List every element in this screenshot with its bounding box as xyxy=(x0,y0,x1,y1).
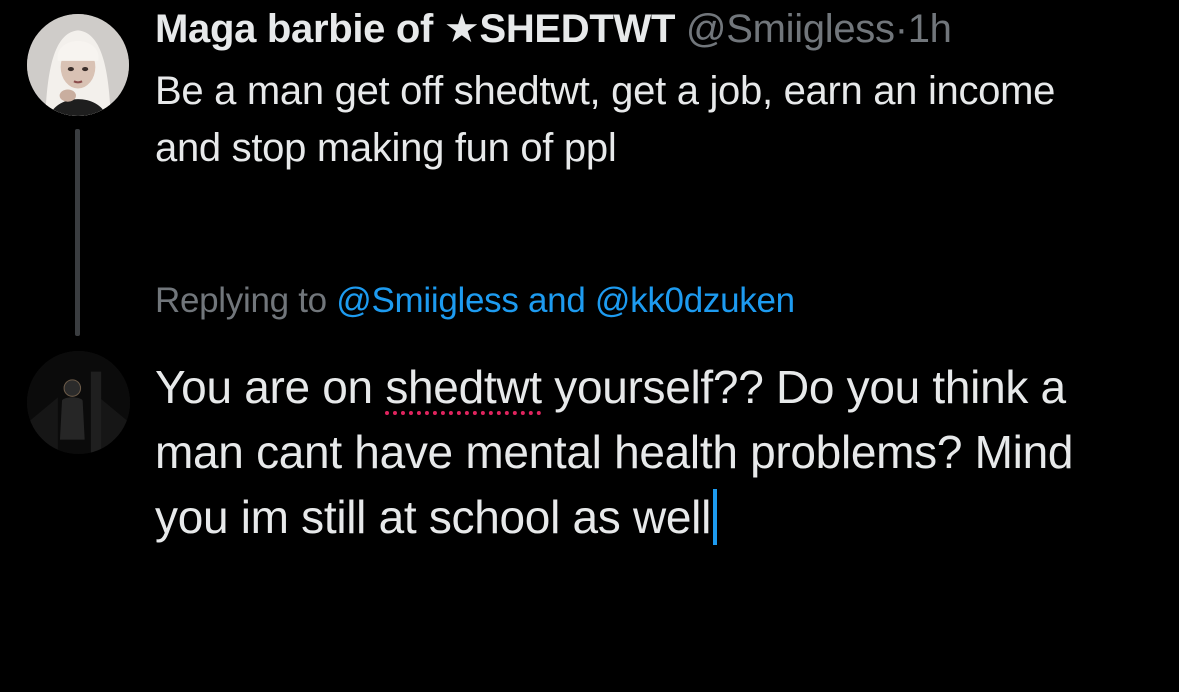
mention-joiner[interactable]: and xyxy=(528,281,586,320)
draft-text-before-error: You are on xyxy=(155,361,373,413)
mention-link-2[interactable]: @kk0dzuken xyxy=(595,281,795,320)
blonde-woman-avatar-icon xyxy=(27,14,129,116)
replying-to-line: Replying to @Smiigless and @kk0dzuken xyxy=(155,278,795,324)
dark-silhouette-avatar-icon xyxy=(27,351,130,454)
misspelled-word[interactable]: shedtwt xyxy=(385,361,542,413)
reply-compose-input[interactable]: You are on shedtwt yourself?? Do you thi… xyxy=(155,355,1145,550)
tweet-header: Maga barbie of ★SHEDTWT @Smiigless·1h xyxy=(155,6,952,52)
text-cursor xyxy=(712,489,717,545)
replying-to-label: Replying to xyxy=(155,281,327,320)
original-tweet-text: Be a man get off shedtwt, get a job, ear… xyxy=(155,69,1056,170)
reply-author-avatar[interactable] xyxy=(27,351,130,454)
header-separator: · xyxy=(894,7,908,51)
mention-link-1[interactable]: @Smiigless xyxy=(336,281,519,320)
thread-connector-line xyxy=(75,129,80,336)
author-display-name[interactable]: Maga barbie of ★SHEDTWT xyxy=(155,7,675,51)
tweet-timestamp[interactable]: 1h xyxy=(908,7,952,51)
author-handle[interactable]: @Smiigless xyxy=(686,7,895,51)
original-author-avatar[interactable] xyxy=(27,14,129,116)
